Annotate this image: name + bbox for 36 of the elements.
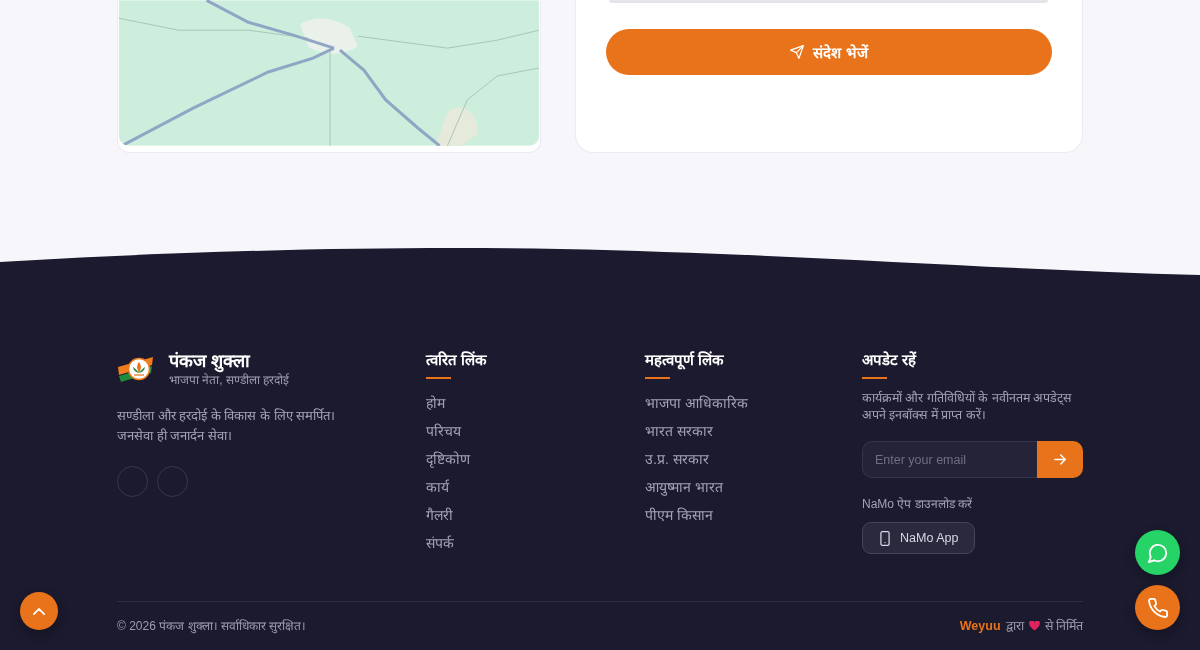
- brand-tagline: भाजपा नेता, सण्डीला हरदोई: [169, 372, 290, 388]
- arrow-right-icon: [1054, 454, 1066, 465]
- email-field[interactable]: Enter your email: [862, 441, 1037, 478]
- footer-link[interactable]: पीएम किसान: [645, 501, 713, 529]
- column-heading: अपडेट रहें: [862, 350, 917, 370]
- smartphone-icon: [880, 530, 890, 546]
- credit-text: से निर्मित: [1044, 618, 1083, 634]
- credit-text: द्वारा: [1005, 618, 1024, 634]
- footer-link[interactable]: भाजपा आधिकारिक: [645, 389, 748, 417]
- newsletter-description: कार्यक्रमों और गतिविधियों के नवीनतम अपडेट्स अपने इनबॉक्स में प्राप्त करें।: [862, 390, 1073, 424]
- brand-name: पंकज शुक्ला: [169, 350, 250, 372]
- copyright-text: © 2026 पंकज शुक्ला। सर्वाधिकार सुरक्षित।: [117, 618, 307, 634]
- footer-link[interactable]: उ.प्र. सरकार: [645, 445, 709, 473]
- app-download-button[interactable]: NaMo App: [862, 522, 976, 554]
- column-heading: त्वरित लिंक: [426, 350, 488, 370]
- chevron-up-icon: [33, 607, 45, 615]
- phone-icon: [1147, 597, 1168, 618]
- chat-bubble-icon: [1147, 542, 1168, 563]
- heart-icon: [1028, 621, 1040, 631]
- footer-link[interactable]: परिचय: [426, 417, 461, 445]
- email-submit-button[interactable]: [1037, 441, 1083, 478]
- footer-link[interactable]: भारत सरकार: [645, 417, 713, 445]
- column-heading: महत्वपूर्ण लिंक: [645, 350, 725, 370]
- heading-accent-bar: [426, 377, 451, 379]
- footer-link[interactable]: होम: [426, 389, 445, 417]
- send-icon: [790, 45, 805, 59]
- footer-link[interactable]: आयुष्मान भारत: [645, 473, 723, 501]
- heading-accent-bar: [645, 377, 670, 379]
- footer-link[interactable]: कार्य: [426, 473, 449, 501]
- heading-accent-bar: [862, 377, 887, 379]
- footer-link[interactable]: दृष्टिकोण: [426, 445, 470, 473]
- footer-link[interactable]: गैलरी: [426, 501, 453, 529]
- footer-link[interactable]: संपर्क: [426, 529, 454, 557]
- credit-link[interactable]: Weyuu: [959, 618, 1001, 634]
- app-download-label: NaMo ऐप डाउनलोड करें: [862, 496, 972, 512]
- brand-description: सण्डीला और हरदोई के विकास के लिए समर्पित। जनसेवा ही जनार्दन सेवा।: [117, 407, 337, 445]
